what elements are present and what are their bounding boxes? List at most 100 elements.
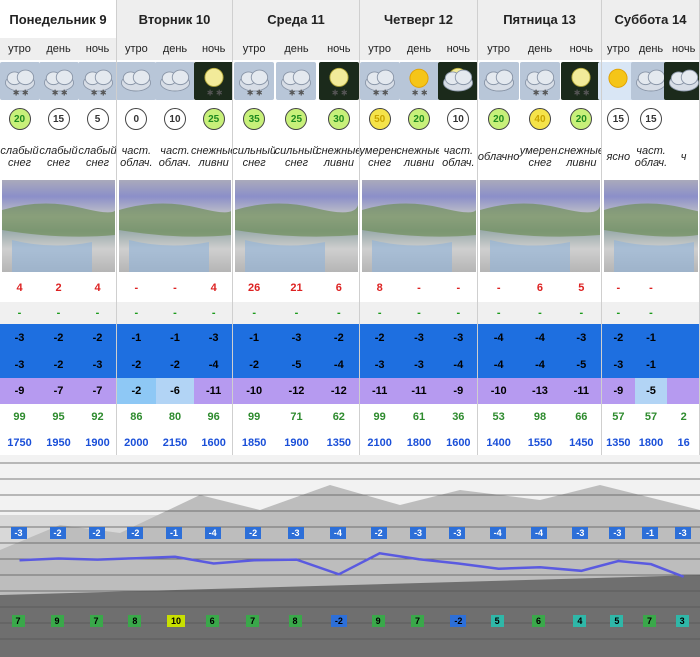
snowfall-value: -	[634, 274, 668, 302]
freezing-level-value: 1750	[0, 430, 39, 455]
map-image[interactable]	[604, 180, 698, 272]
weather-icon-cell	[663, 60, 700, 102]
moon-snow-icon: ✱ ✱	[193, 62, 234, 100]
temperature-top-value: -3	[275, 324, 318, 352]
weather-icon-cell: ✱ ✱	[275, 60, 318, 102]
day-header[interactable]: Четверг 12	[360, 0, 478, 38]
weather-description: ясно	[602, 136, 635, 178]
chart-bottom-badge: -2	[330, 615, 347, 627]
temperature-bottom-value: -10	[233, 378, 276, 404]
day-header[interactable]: Суббота 14	[602, 0, 700, 38]
day-separator	[477, 0, 478, 455]
chart-bottom-badge: 6	[205, 615, 219, 627]
moon-cloud-icon	[438, 62, 479, 100]
day-separator	[359, 0, 360, 455]
weather-icon-cell	[438, 60, 479, 102]
day-header[interactable]: Среда 11	[233, 0, 360, 38]
wind-cell: 30	[317, 102, 360, 136]
humidity-value: 99	[360, 404, 400, 430]
wind-direction-icon: 10	[163, 108, 186, 130]
chart-bottom-badge: 4	[573, 615, 587, 627]
temperature-bottom-value: -10	[478, 378, 520, 404]
period-label: день	[275, 38, 318, 60]
cloud-snow-icon: ✱ ✱	[77, 62, 118, 100]
day-header[interactable]: Пятница 13	[478, 0, 602, 38]
weather-icon-cell: ✱ ✱	[317, 60, 360, 102]
map-image[interactable]	[2, 180, 115, 272]
wind-direction-icon: 5	[86, 108, 109, 130]
svg-text:✱ ✱: ✱ ✱	[372, 89, 388, 98]
weather-description: облачно	[478, 136, 519, 178]
temperature-top-value: -2	[602, 324, 635, 352]
day-separator	[232, 0, 233, 455]
freezing-level-value: 2000	[117, 430, 156, 455]
wind-speed: 20	[493, 113, 505, 125]
chart-top-badge: -4	[489, 527, 506, 539]
map-image[interactable]	[235, 180, 358, 272]
day-name: Суббота 14	[614, 11, 687, 27]
temperature-bottom-value: -9	[602, 378, 635, 404]
humidity-value: 80	[155, 404, 195, 430]
humidity-value: 2	[667, 404, 700, 430]
day-name: Пятница 13	[503, 11, 576, 27]
period-label: ночь	[78, 38, 117, 60]
partly-cloudy-day-icon	[154, 62, 195, 100]
period-label: утро	[0, 38, 39, 60]
chart-bottom-badge: 8	[128, 615, 142, 627]
chart-bottom-badge: -2	[450, 615, 467, 627]
humidity-value: 92	[78, 404, 117, 430]
wind-cell: 5	[78, 102, 117, 136]
weather-icon-cell: ✱ ✱	[399, 60, 439, 102]
temperature-bottom-value: -9	[438, 378, 478, 404]
rain-value: -	[0, 302, 39, 324]
chart-top-badge: -3	[572, 527, 589, 539]
humidity-value: 66	[560, 404, 602, 430]
weather-description: снежные ливни	[559, 136, 604, 178]
chart-bottom-badge: 6	[532, 615, 546, 627]
snowfall-value	[667, 274, 700, 302]
map-image[interactable]	[362, 180, 476, 272]
svg-text:✱ ✱: ✱ ✱	[247, 89, 263, 98]
temperature-top-value: -4	[519, 324, 561, 352]
day-header[interactable]: Понедельник 9	[0, 0, 117, 38]
snowfall-value: -	[155, 274, 195, 302]
weather-description: сильный снег	[232, 136, 276, 178]
weather-icon-cell: ✱ ✱	[193, 60, 234, 102]
wind-speed: 15	[612, 113, 624, 125]
temperature-bottom-value: -11	[560, 378, 602, 404]
period-label: ночь	[438, 38, 478, 60]
weather-description: слабый снег	[78, 136, 117, 178]
period-label: ночь	[194, 38, 233, 60]
period-label: утро	[117, 38, 156, 60]
wind-direction-icon: 10	[447, 108, 470, 130]
rain-value	[667, 302, 700, 324]
freezing-level-value: 16	[667, 430, 700, 455]
rain-value: -	[155, 302, 195, 324]
map-image[interactable]	[480, 180, 600, 272]
chart-bottom-badge: 5	[490, 615, 504, 627]
chart-bottom-badge: 5	[610, 615, 624, 627]
humidity-value: 98	[519, 404, 561, 430]
svg-text:✱ ✱: ✱ ✱	[90, 89, 106, 98]
weather-description: ч	[667, 136, 700, 178]
wind-direction-icon: 25	[285, 108, 308, 130]
humidity-value: 95	[39, 404, 78, 430]
chart-bottom-badge: 9	[371, 615, 385, 627]
map-image[interactable]	[119, 180, 231, 272]
chart-top-badge: -3	[10, 527, 27, 539]
snowfall-value: -	[399, 274, 439, 302]
wind-cell: 35	[233, 102, 276, 136]
weather-icon-cell	[116, 60, 157, 102]
freezing-level-value: 2100	[360, 430, 400, 455]
temperature-bottom-value: -12	[317, 378, 360, 404]
humidity-value: 57	[602, 404, 635, 430]
cloud-snow-icon: ✱ ✱	[0, 62, 40, 100]
rain-value: -	[275, 302, 318, 324]
temperature-bottom-value	[667, 378, 700, 404]
day-header[interactable]: Вторник 10	[117, 0, 233, 38]
period-label: день	[519, 38, 561, 60]
wind-speed: 25	[290, 113, 303, 125]
wind-direction-icon: 20	[8, 108, 31, 130]
snowfall-value: -	[478, 274, 520, 302]
chart-top-badge: -2	[127, 527, 144, 539]
